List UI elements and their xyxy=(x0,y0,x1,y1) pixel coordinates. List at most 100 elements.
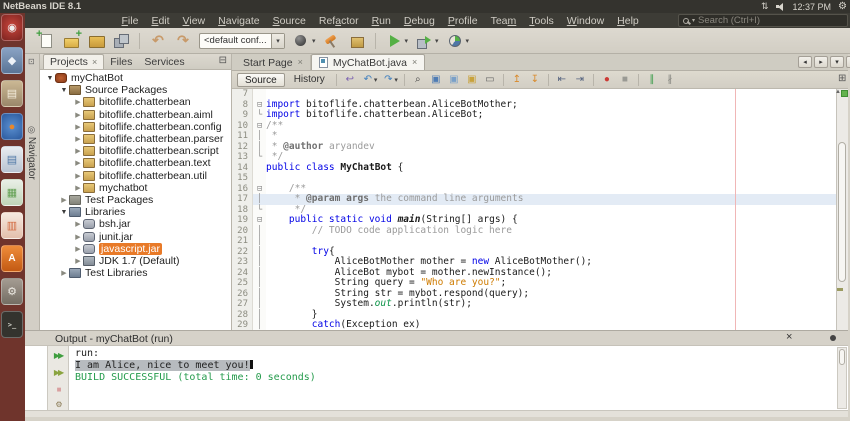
tree-item-bitoflife-chatterbean-text[interactable]: ▶bitoflife.chatterbean.text xyxy=(40,157,231,169)
navigator-tab[interactable]: ◎ Navigator xyxy=(25,126,39,192)
tab-files[interactable]: Files xyxy=(104,55,138,69)
deploy-icon[interactable] xyxy=(348,32,366,50)
find-occurrences-icon[interactable]: ▣ xyxy=(429,73,443,87)
expander-icon[interactable]: ▼ xyxy=(45,75,55,82)
view-button-history[interactable]: History xyxy=(289,74,330,85)
launcher-firefox-icon[interactable]: ● xyxy=(1,113,23,140)
fold-marker-icon[interactable]: ⊟ xyxy=(253,184,266,195)
expander-icon[interactable]: ▶ xyxy=(73,147,83,155)
build-dropdown-icon[interactable]: ▾ xyxy=(312,37,316,45)
tree-item-jdk-1-7-default-[interactable]: ▶JDK 1.7 (Default) xyxy=(40,255,231,267)
launcher-ubuntu-icon[interactable]: ◉ xyxy=(1,14,23,41)
debug-icon[interactable] xyxy=(415,32,433,50)
expander-icon[interactable]: ▶ xyxy=(73,172,83,180)
opened-documents-icon[interactable]: ▾ xyxy=(830,56,844,68)
session-gear-icon[interactable]: ⚙ xyxy=(838,2,847,12)
close-tab-icon[interactable]: × xyxy=(298,58,303,67)
profile-dropdown-icon[interactable]: ▾ xyxy=(466,37,470,45)
launcher-system-settings-icon[interactable]: ⚙ xyxy=(1,278,23,305)
close-tab-icon[interactable]: × xyxy=(412,58,417,67)
clean-build-icon[interactable] xyxy=(323,32,341,50)
menu-file[interactable]: File xyxy=(115,15,145,27)
quick-search-box[interactable]: ▾ Search (Ctrl+I) xyxy=(678,14,848,27)
tree-item-test-libraries[interactable]: ▶Test Libraries xyxy=(40,267,231,279)
menu-view[interactable]: View xyxy=(176,15,212,27)
run-icon[interactable] xyxy=(385,32,403,50)
tree-item-libraries[interactable]: ▼Libraries xyxy=(40,206,231,218)
build-icon[interactable] xyxy=(292,32,310,50)
launcher-libreoffice-writer-icon[interactable]: ▤ xyxy=(1,146,23,173)
stop-macro-icon[interactable]: ■ xyxy=(618,73,632,87)
clock-label[interactable]: 12:37 PM xyxy=(793,2,832,12)
fold-marker-icon[interactable]: ⊟ xyxy=(253,100,266,111)
editor-tab-mychatbot-java[interactable]: MyChatBot.java× xyxy=(311,54,425,70)
expander-icon[interactable]: ▶ xyxy=(73,184,83,192)
expander-icon[interactable]: ▶ xyxy=(59,269,69,277)
split-document-icon[interactable]: ⊞ xyxy=(838,73,846,84)
menu-debug[interactable]: Debug xyxy=(397,15,441,27)
next-bookmark-icon[interactable]: ↧ xyxy=(528,73,542,87)
tree-item-bitoflife-chatterbean[interactable]: ▶bitoflife.chatterbean xyxy=(40,96,231,108)
menu-source[interactable]: Source xyxy=(266,15,312,27)
save-all-icon[interactable] xyxy=(112,32,130,50)
tree-item-mychatbot[interactable]: ▼myChatBot xyxy=(40,72,231,84)
scroll-right-icon[interactable]: ▸ xyxy=(814,56,828,68)
menu-help[interactable]: Help xyxy=(611,15,646,27)
tree-item-bitoflife-chatterbean-config[interactable]: ▶bitoflife.chatterbean.config xyxy=(40,121,231,133)
tree-item-junit-jar[interactable]: ▶junit.jar xyxy=(40,230,231,242)
editor-scrollbar-thumb[interactable] xyxy=(838,142,846,282)
launcher-software-center-icon[interactable]: A xyxy=(1,245,23,272)
tree-item-javascript-jar[interactable]: ▶javascript.jar xyxy=(40,243,231,255)
open-project-icon[interactable] xyxy=(87,32,105,50)
comment-icon[interactable]: ∥ xyxy=(645,73,659,87)
expander-icon[interactable]: ▶ xyxy=(73,245,83,253)
minimize-panel-icon[interactable]: ⊟ xyxy=(219,56,227,66)
launcher-libreoffice-calc-icon[interactable]: ▦ xyxy=(1,179,23,206)
tree-item-mychatbot[interactable]: ▶mychatbot xyxy=(40,182,231,194)
start-macro-icon[interactable]: ● xyxy=(600,73,614,87)
forward-dropdown-icon[interactable]: ▾ xyxy=(394,76,398,84)
tree-item-bitoflife-chatterbean-script[interactable]: ▶bitoflife.chatterbean.script xyxy=(40,145,231,157)
undo-icon[interactable]: ↶ xyxy=(149,32,167,50)
menu-profile[interactable]: Profile xyxy=(441,15,484,27)
ant-settings-icon[interactable]: ⚙ xyxy=(49,398,67,411)
expander-icon[interactable]: ▼ xyxy=(59,87,69,94)
expander-icon[interactable]: ▶ xyxy=(73,220,83,228)
editor-tab-start-page[interactable]: Start Page× xyxy=(236,55,311,70)
output-scrollbar-thumb[interactable] xyxy=(839,349,845,365)
back-icon[interactable]: ↶ xyxy=(361,73,375,87)
previous-bookmark-icon[interactable]: ↥ xyxy=(510,73,524,87)
close-tab-icon[interactable]: × xyxy=(92,58,97,67)
rectangular-selection-icon[interactable]: ▭ xyxy=(483,73,497,87)
code-editor[interactable]: 78⊟import bitoflife.chatterbean.AliceBot… xyxy=(232,89,836,330)
expander-icon[interactable]: ▶ xyxy=(73,111,83,119)
rerun-icon[interactable]: ▶▶ xyxy=(49,349,67,362)
tree-item-bsh-jar[interactable]: ▶bsh.jar xyxy=(40,218,231,230)
navigator-strip[interactable]: ⊡ ◎ Navigator xyxy=(25,54,40,330)
find-selection-icon[interactable]: ⌕ xyxy=(411,73,425,87)
menu-run[interactable]: Run xyxy=(365,15,397,27)
launcher-libreoffice-impress-icon[interactable]: ▥ xyxy=(1,212,23,239)
expander-icon[interactable]: ▶ xyxy=(73,233,83,241)
view-button-source[interactable]: Source xyxy=(237,73,285,87)
close-output-icon[interactable]: × xyxy=(786,331,792,343)
tab-services[interactable]: Services xyxy=(138,55,190,69)
new-project-icon[interactable] xyxy=(62,32,80,50)
scroll-left-icon[interactable]: ◂ xyxy=(798,56,812,68)
tree-item-bitoflife-chatterbean-parser[interactable]: ▶bitoflife.chatterbean.parser xyxy=(40,133,231,145)
configuration-select[interactable]: <default conf...▾ xyxy=(199,33,285,49)
expander-icon[interactable]: ▼ xyxy=(59,209,69,216)
shift-line-right-icon[interactable]: ⇥ xyxy=(573,73,587,87)
launcher-netbeans-icon[interactable]: ◆ xyxy=(1,47,23,74)
output-hscrollbar[interactable] xyxy=(25,410,848,417)
run-dropdown-icon[interactable]: ▾ xyxy=(405,37,409,45)
back-dropdown-icon[interactable]: ▾ xyxy=(374,76,378,84)
fold-marker-icon[interactable]: ⊟ xyxy=(253,215,266,226)
maximize-icon[interactable]: ❏ xyxy=(846,56,850,68)
toggle-highlight-icon[interactable]: ▣ xyxy=(465,73,479,87)
new-file-icon[interactable] xyxy=(37,32,55,50)
fold-marker-icon[interactable]: ⊟ xyxy=(253,121,266,132)
menu-team[interactable]: Team xyxy=(484,15,523,27)
rerun-with-params-icon[interactable]: ▶▶ xyxy=(49,366,67,379)
tree-item-source-packages[interactable]: ▼Source Packages xyxy=(40,84,231,96)
